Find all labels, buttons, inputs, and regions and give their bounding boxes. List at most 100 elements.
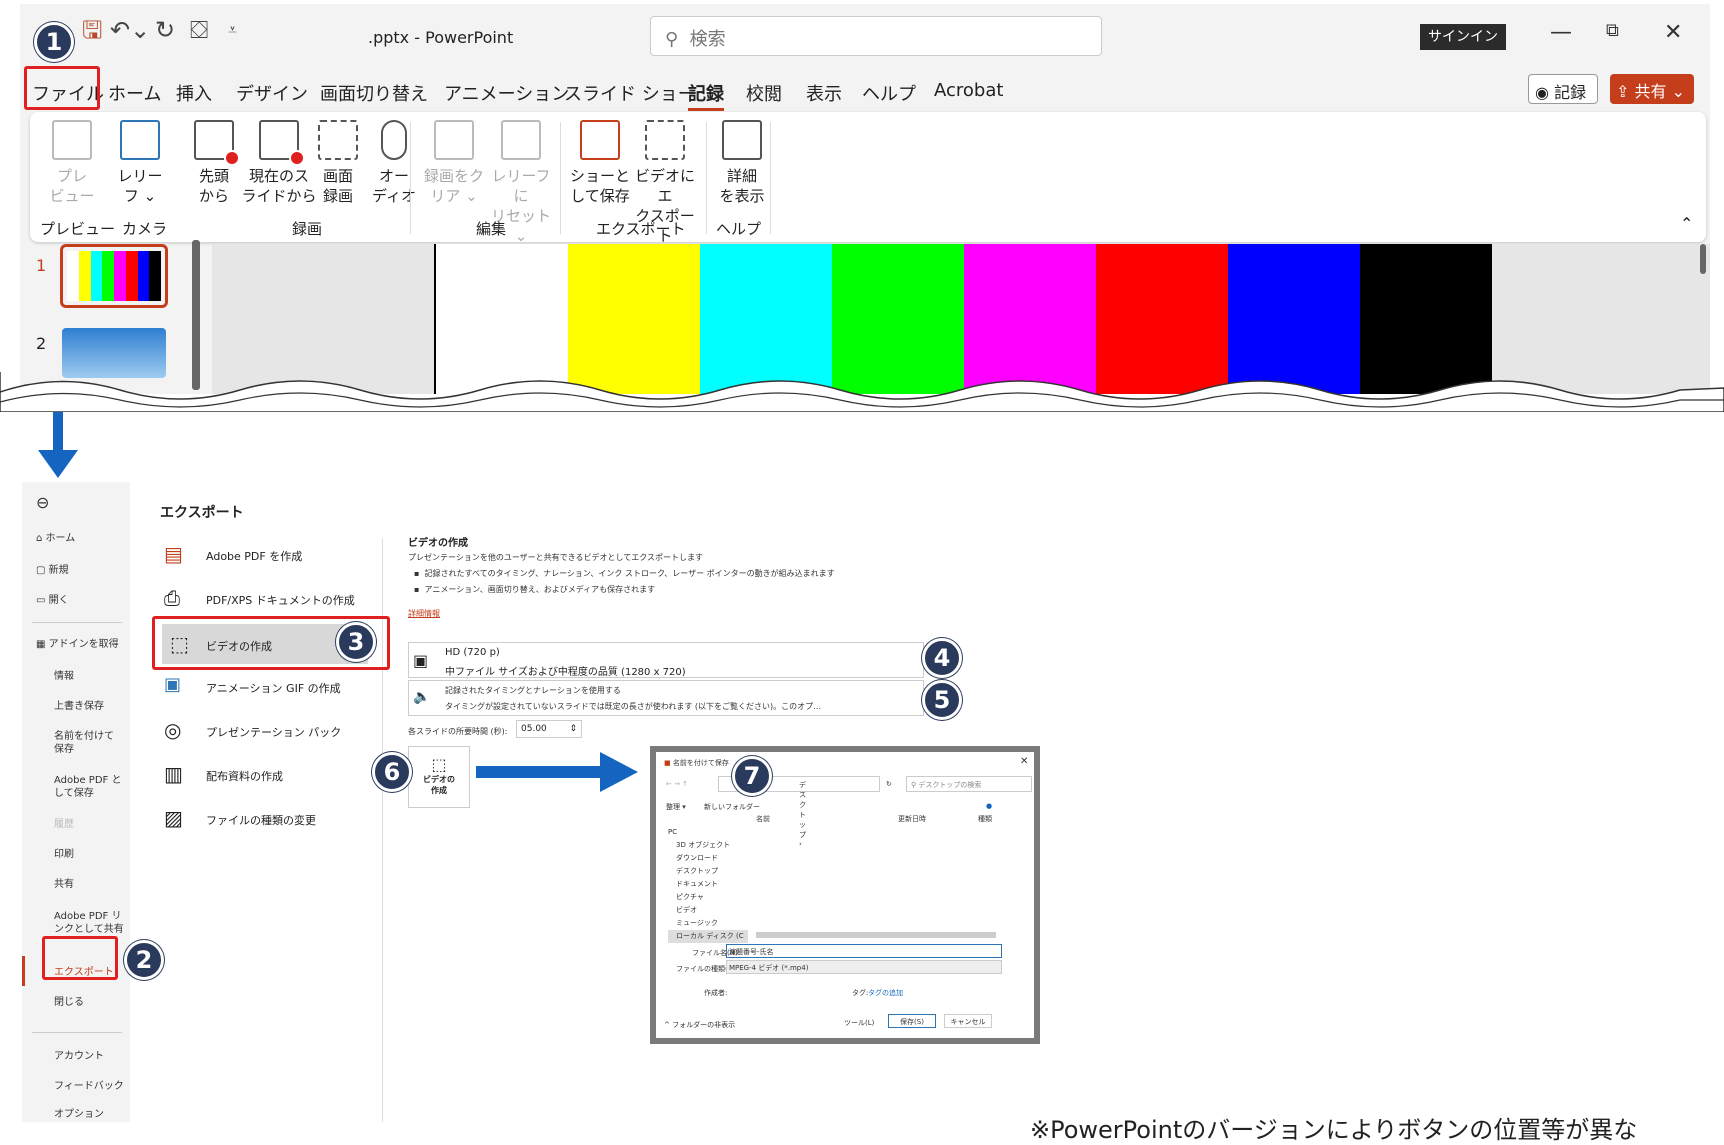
seconds-spinner[interactable]: 05.00 ⇕ — [516, 720, 582, 738]
back-icon[interactable]: ⊖ — [36, 495, 126, 511]
preview-button[interactable]: プレ ビュー — [44, 120, 100, 206]
filetype-select[interactable]: MPEG-4 ビデオ (*.mp4) — [726, 960, 1002, 974]
tab-design[interactable]: デザイン — [236, 80, 308, 106]
handouts-icon: ▥ — [164, 762, 183, 786]
tab-home[interactable]: ホーム — [108, 80, 161, 106]
nav-save-as[interactable]: 名前を付けて保存 — [54, 730, 120, 756]
restore-icon[interactable]: ⧉ — [1606, 20, 1619, 41]
create-video-button[interactable]: ⬚ ビデオの 作成 — [408, 746, 470, 808]
customize-qat-icon[interactable]: ⩡ — [228, 16, 237, 44]
col-date: 更新日時 — [898, 815, 926, 823]
tab-slideshow[interactable]: スライド ショー — [564, 80, 696, 106]
nav-save[interactable]: 上書き保存 — [54, 700, 144, 713]
preview-icon — [52, 120, 92, 160]
undo-icon[interactable]: ↶⌄ — [110, 16, 150, 44]
nav-addins[interactable]: ▦ アドインを取得 — [36, 638, 126, 651]
audio-button[interactable]: オー ディオ — [366, 120, 422, 206]
save-button[interactable]: 保存(S) — [888, 1014, 936, 1028]
video-bullet-2: ▪ アニメーション、画面切り替え、およびメディアも保存されます — [414, 585, 656, 594]
search-box[interactable]: ⚲ 検索 — [650, 16, 1102, 56]
tree-item[interactable]: ビデオ — [668, 904, 748, 917]
highlight-file-tab — [24, 66, 100, 110]
export-adobe-pdf[interactable]: ▤ Adobe PDF を作成 — [156, 536, 396, 572]
tab-record[interactable]: 記録 — [688, 80, 724, 111]
collapse-ribbon-icon[interactable]: ⌃ — [1680, 214, 1693, 233]
refresh-icon[interactable]: ↻ — [886, 780, 892, 788]
show-details-button[interactable]: 詳細 を表示 — [714, 120, 770, 206]
horizontal-scrollbar[interactable] — [756, 932, 996, 938]
filename-input[interactable]: 演題番号-氏名 — [726, 944, 1002, 958]
hide-folders-toggle[interactable]: ^ フォルダーの非表示 — [664, 1020, 735, 1030]
nav-new[interactable]: ▢ 新規 — [36, 564, 126, 577]
signin-button[interactable]: サインイン — [1420, 24, 1506, 50]
share-button[interactable]: ⇪ 共有 ⌄ — [1610, 74, 1694, 104]
nav-close[interactable]: 閉じる — [54, 996, 144, 1009]
nav-share[interactable]: 共有 — [54, 878, 144, 891]
tab-transitions[interactable]: 画面切り替え — [320, 80, 428, 106]
tags-link[interactable]: タグの追加 — [868, 988, 903, 998]
tab-help[interactable]: ヘルプ — [862, 80, 916, 106]
tools-button[interactable]: ツール(L) — [844, 1018, 874, 1028]
tree-item[interactable]: 3D オブジェクト — [668, 839, 748, 852]
nav-save-adobe-pdf[interactable]: Adobe PDF として保存 — [54, 774, 122, 800]
nav-history[interactable]: 履歴 — [54, 818, 144, 831]
export-change-type[interactable]: ▨ ファイルの種類の変更 — [156, 800, 396, 836]
export-package[interactable]: ◎ プレゼンテーション パック — [156, 712, 396, 748]
screen-recording-button[interactable]: 画面 録画 — [310, 120, 366, 206]
timing-dropdown[interactable]: 🔈 記録されたタイミングとナレーションを使用する タイミングが設定されていないス… — [408, 680, 924, 716]
redo-icon[interactable]: ↻ — [155, 16, 175, 44]
tab-insert[interactable]: 挿入 — [176, 80, 212, 106]
cancel-button[interactable]: キャンセル — [944, 1014, 992, 1028]
gif-icon: ▣ — [164, 674, 182, 695]
nav-arrows-icon[interactable]: ← → ↑ — [666, 780, 688, 788]
minimize-icon[interactable]: — — [1550, 20, 1572, 45]
record-from-current-button[interactable]: 現在のス ライドから — [240, 120, 318, 206]
tree-item[interactable]: ミュージック — [668, 917, 748, 930]
nav-share-adobe-link[interactable]: Adobe PDF リンクとして共有 — [54, 910, 124, 936]
nav-account[interactable]: アカウント — [54, 1050, 144, 1063]
close-icon[interactable]: ✕ — [1664, 20, 1682, 45]
organize-button[interactable]: 整理 ▾ — [666, 802, 686, 812]
nav-print[interactable]: 印刷 — [54, 848, 144, 861]
down-arrow-icon — [38, 412, 78, 478]
tree-item[interactable]: ドキュメント — [668, 878, 748, 891]
slide-thumb-1[interactable] — [60, 244, 168, 308]
tree-item[interactable]: ローカル ディスク (C — [668, 930, 748, 943]
learn-more-link[interactable]: 詳細情報 — [408, 608, 440, 619]
cameo-button[interactable]: レリーフ ⌄ — [112, 120, 168, 206]
export-video-icon — [645, 120, 685, 160]
tab-view[interactable]: 表示 — [806, 80, 842, 106]
export-handouts[interactable]: ▥ 配布資料の作成 — [156, 756, 396, 792]
tab-animations[interactable]: アニメーション — [444, 80, 569, 106]
nav-options[interactable]: オプション — [54, 1108, 144, 1121]
clear-recording-button[interactable]: 録画をク リア ⌄ — [422, 120, 486, 206]
nav-info[interactable]: 情報 — [54, 670, 144, 683]
save-icon[interactable]: 🖫 — [82, 16, 102, 44]
record-button[interactable]: ◉ 記録 — [1528, 74, 1598, 104]
help-icon[interactable]: ● — [986, 802, 992, 810]
canvas-scrollbar[interactable] — [1700, 244, 1706, 274]
nav-home[interactable]: ⌂ ホーム — [36, 532, 126, 545]
export-animated-gif[interactable]: ▣ アニメーション GIF の作成 — [156, 668, 396, 704]
group-record: 録画 — [292, 220, 323, 238]
present-icon[interactable]: ⛋ — [190, 16, 208, 44]
export-pdf-xps[interactable]: ⎙ PDF/XPS ドキュメントの作成 — [156, 580, 396, 616]
quality-dropdown[interactable]: ▣ HD (720 p) 中ファイル サイズおよび中程度の品質 (1280 x … — [408, 642, 924, 678]
dialog-search[interactable]: ⚲ デスクトップの検索 — [906, 776, 1032, 792]
screen-recording-icon — [318, 120, 358, 160]
nav-open[interactable]: ▭ 開く — [36, 594, 126, 607]
slide-thumb-2[interactable] — [62, 328, 166, 378]
record-from-start-button[interactable]: 先頭 から — [186, 120, 242, 206]
tree-item[interactable]: ピクチャ — [668, 891, 748, 904]
new-folder-button[interactable]: 新しいフォルダー — [704, 802, 760, 812]
save-as-show-button[interactable]: ショーと して保存 — [568, 120, 632, 206]
tree-item[interactable]: デスクトップ — [668, 865, 748, 878]
thumbnail-scrollbar[interactable] — [192, 240, 200, 390]
tab-review[interactable]: 校閲 — [746, 80, 782, 106]
nav-feedback[interactable]: フィードバック — [54, 1080, 144, 1093]
tree-item[interactable]: PC — [668, 826, 748, 839]
torn-edge — [0, 372, 1724, 412]
dialog-close-icon[interactable]: ✕ — [1020, 756, 1028, 767]
tree-item[interactable]: ダウンロード — [668, 852, 748, 865]
tab-acrobat[interactable]: Acrobat — [934, 80, 1003, 101]
